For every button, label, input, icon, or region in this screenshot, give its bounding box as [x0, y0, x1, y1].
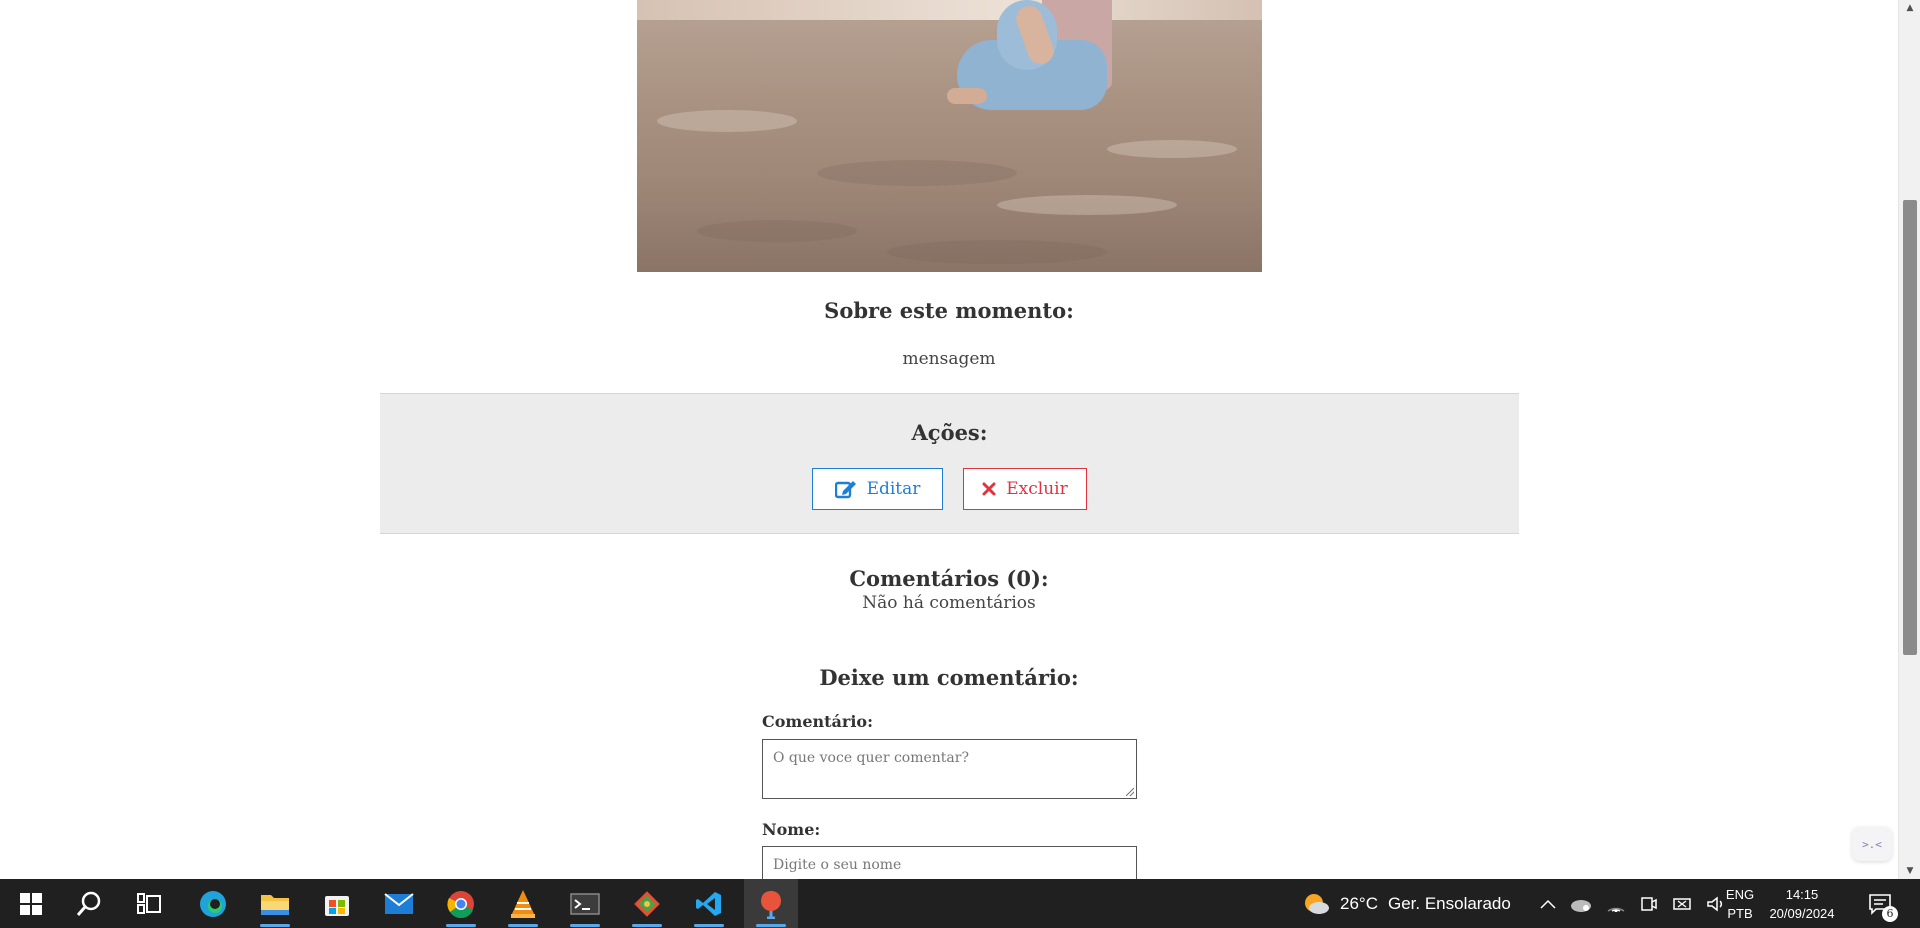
meet-now-icon[interactable]	[1640, 895, 1658, 913]
sand-ripple	[997, 195, 1177, 215]
clock-time: 14:15	[1785, 887, 1819, 902]
microsoft-store-icon[interactable]	[310, 879, 364, 928]
weather-widget[interactable]: 26°C Ger. Ensolarado	[1302, 879, 1511, 928]
start-icon[interactable]	[4, 879, 58, 928]
scroll-down-icon[interactable]: ▼	[1899, 863, 1920, 879]
onedrive-cloud-icon[interactable]	[1570, 896, 1592, 912]
about-heading: Sobre este momento:	[824, 298, 1074, 323]
actions-panel: Ações: Editar Excluir	[380, 393, 1519, 534]
post-message: mensagem	[902, 349, 996, 369]
vlc-icon[interactable]	[496, 879, 550, 928]
network-disconnected-icon[interactable]	[1672, 896, 1692, 912]
system-tray	[1540, 879, 1726, 928]
resize-handle-icon[interactable]	[1126, 788, 1134, 796]
leave-comment-heading: Deixe um comentário:	[819, 665, 1079, 690]
wifi-icon[interactable]	[1606, 896, 1626, 912]
terminal-icon[interactable]	[558, 879, 612, 928]
actions-heading: Ações:	[911, 420, 988, 445]
edit-button[interactable]: Editar	[812, 468, 943, 510]
chevron-up-icon[interactable]	[1540, 899, 1556, 909]
edit-icon	[834, 481, 856, 499]
search-icon[interactable]	[62, 879, 116, 928]
name-placeholder: Digite o seu nome	[773, 857, 902, 873]
scroll-up-icon[interactable]: ▲	[1899, 0, 1920, 16]
taskbar-clock[interactable]: 14:15 20/09/2024	[1762, 885, 1842, 923]
postman-icon[interactable]	[744, 879, 798, 928]
sand-ripple	[887, 240, 1107, 264]
edit-button-label: Editar	[866, 479, 921, 499]
notification-center-icon[interactable]	[1856, 879, 1904, 928]
close-icon	[982, 482, 996, 496]
page-content: Sobre este momento: mensagem Ações: Edit…	[0, 0, 1898, 879]
comment-placeholder: O que voce quer comentar?	[773, 750, 969, 766]
weather-temp: 26°C	[1340, 893, 1378, 913]
sand-ripple	[1107, 140, 1237, 158]
delete-button-label: Excluir	[1006, 479, 1068, 499]
windows-taskbar: 26°C Ger. Ensolarado ENG PTB 14:15 20/09…	[0, 879, 1920, 928]
lang-bottom: PTB	[1727, 906, 1753, 921]
delete-button[interactable]: Excluir	[963, 468, 1087, 510]
comment-field-label: Comentário:	[762, 712, 873, 731]
name-field-label: Nome:	[762, 820, 821, 839]
comments-heading: Comentários (0):	[849, 566, 1049, 591]
vscode-icon[interactable]	[682, 879, 736, 928]
name-input[interactable]: Digite o seu nome	[762, 846, 1137, 879]
edge-icon[interactable]	[186, 879, 240, 928]
sand-ripple	[817, 160, 1017, 186]
photo-person	[937, 0, 1157, 140]
weather-description: Ger. Ensolarado	[1387, 893, 1511, 913]
language-indicator[interactable]: ENG PTB	[1722, 885, 1758, 923]
post-photo	[637, 0, 1262, 272]
task-view-icon[interactable]	[122, 879, 176, 928]
scrollbar-thumb[interactable]	[1903, 200, 1917, 655]
chrome-icon[interactable]	[434, 879, 488, 928]
no-comments-text: Não há comentários	[862, 593, 1036, 613]
clock-date: 20/09/2024	[1769, 906, 1835, 921]
vertical-scrollbar[interactable]: ▲ ▼	[1898, 0, 1920, 879]
notification-count-badge: 6	[1882, 906, 1898, 922]
comment-textarea[interactable]: O que voce quer comentar?	[762, 739, 1137, 799]
floating-widget-icon[interactable]: >.<	[1852, 827, 1892, 861]
sand-ripple	[697, 220, 857, 242]
sand-ripple	[657, 110, 797, 132]
file-explorer-icon[interactable]	[248, 879, 302, 928]
lang-top: ENG	[1725, 887, 1755, 902]
git-gui-icon[interactable]	[620, 879, 674, 928]
weather-sun-cloud-icon	[1305, 893, 1329, 914]
mail-icon[interactable]	[372, 879, 426, 928]
